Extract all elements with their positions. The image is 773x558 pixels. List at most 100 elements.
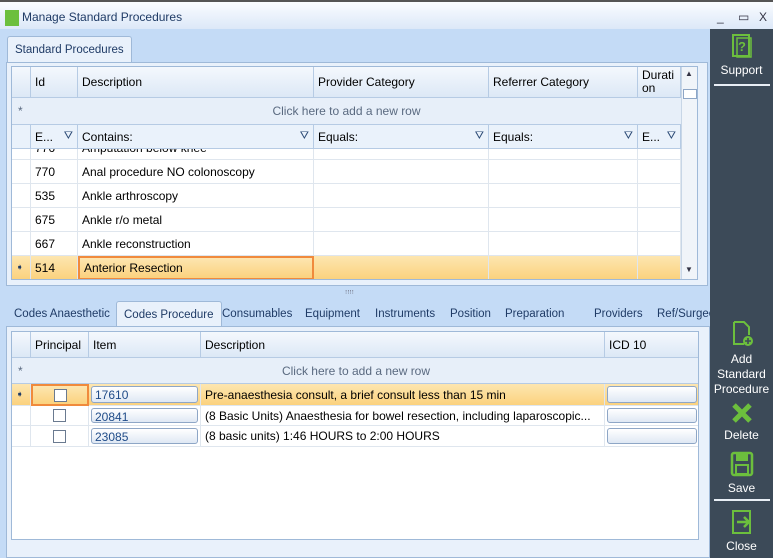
cell-description[interactable]: (8 basic units) 1:46 HOURS to 2:00 HOURS bbox=[201, 426, 605, 447]
filter-provider-category[interactable]: Equals: ⛛ bbox=[314, 125, 489, 149]
column-header-icd10[interactable]: ICD 10 bbox=[605, 332, 698, 358]
item-lookup-field[interactable]: 23085 bbox=[91, 428, 198, 444]
close-label: Close bbox=[726, 539, 757, 553]
cell-duration[interactable] bbox=[638, 160, 681, 184]
cell-id[interactable]: 770 bbox=[31, 160, 78, 184]
tab-codes-procedure[interactable]: Codes Procedure bbox=[116, 301, 222, 327]
cell-referrer-category[interactable] bbox=[489, 184, 638, 208]
principal-checkbox[interactable] bbox=[53, 409, 66, 422]
principal-checkbox[interactable] bbox=[53, 388, 67, 402]
principal-checkbox[interactable] bbox=[53, 429, 66, 443]
cell-provider-category[interactable] bbox=[314, 208, 489, 232]
cell-description[interactable]: Ankle reconstruction bbox=[78, 232, 314, 256]
column-header-principal[interactable]: Principal bbox=[31, 332, 89, 358]
maximize-button[interactable]: ▭ bbox=[738, 10, 749, 24]
cell-description[interactable]: Anal procedure NO colonoscopy bbox=[78, 160, 314, 184]
item-lookup-field[interactable]: 20841 bbox=[91, 408, 198, 424]
icd10-lookup-field[interactable] bbox=[607, 386, 697, 403]
cell-duration[interactable] bbox=[638, 232, 681, 256]
table-row[interactable]: 20841 (8 Basic Units) Anaesthesia for bo… bbox=[12, 406, 698, 426]
minimize-button[interactable]: _ bbox=[717, 10, 724, 24]
cell-description[interactable]: Ankle arthroscopy bbox=[78, 184, 314, 208]
cell-description[interactable]: (8 Basic Units) Anaesthesia for bowel re… bbox=[201, 406, 605, 426]
tab-ref-surgeon[interactable]: Ref/Surgeon bbox=[650, 301, 710, 327]
column-header-item[interactable]: Item bbox=[89, 332, 201, 358]
procedures-grid: Id Description Provider Category Referre… bbox=[11, 66, 698, 280]
cell-description[interactable]: Ankle r/o metal bbox=[78, 208, 314, 232]
cell-duration[interactable] bbox=[638, 256, 681, 279]
cell-referrer-category[interactable] bbox=[489, 256, 638, 279]
cell-icd10 bbox=[605, 384, 698, 406]
column-header-description[interactable]: Description bbox=[78, 67, 314, 98]
tab-codes-anaesthetic[interactable]: Codes Anaesthetic bbox=[7, 301, 117, 327]
support-button[interactable]: ? Support bbox=[710, 33, 773, 78]
column-header-description[interactable]: Description bbox=[201, 332, 605, 358]
add-label: Add Standard Procedure bbox=[713, 352, 770, 396]
scroll-thumb[interactable] bbox=[683, 89, 697, 99]
column-header-provider-category[interactable]: Provider Category bbox=[314, 67, 489, 98]
cell-referrer-category[interactable] bbox=[489, 208, 638, 232]
cell-provider-category[interactable] bbox=[314, 160, 489, 184]
table-row[interactable]: 667 Ankle reconstruction bbox=[12, 232, 681, 256]
cell-provider-category[interactable] bbox=[314, 184, 489, 208]
cell-provider-category[interactable] bbox=[314, 256, 489, 279]
delete-button[interactable]: Delete bbox=[710, 402, 773, 443]
svg-text:?: ? bbox=[738, 39, 746, 54]
filter-icon: ⛛ bbox=[474, 130, 484, 142]
cell-id[interactable]: 514 bbox=[31, 256, 78, 279]
filter-id[interactable]: E... ⛛ bbox=[31, 125, 78, 149]
add-new-row[interactable]: * Click here to add a new row bbox=[12, 98, 681, 125]
close-window-button[interactable]: X bbox=[759, 10, 767, 24]
table-row[interactable]: 535 Ankle arthroscopy bbox=[12, 184, 681, 208]
table-row[interactable]: 675 Ankle r/o metal bbox=[12, 208, 681, 232]
tab-consumables[interactable]: Consumables bbox=[215, 301, 299, 327]
title-bar: Manage Standard Procedures _ ▭ X bbox=[0, 0, 773, 29]
table-row[interactable]: 776 Amputation below knee bbox=[12, 149, 681, 160]
cell-id[interactable]: 675 bbox=[31, 208, 78, 232]
save-button[interactable]: Save bbox=[710, 451, 773, 496]
cell-duration[interactable] bbox=[638, 184, 681, 208]
column-header-duration[interactable]: Durati on bbox=[638, 67, 681, 98]
cell-referrer-category[interactable] bbox=[489, 232, 638, 256]
tab-equipment[interactable]: Equipment bbox=[298, 301, 367, 327]
filter-description[interactable]: Contains: ⛛ bbox=[78, 125, 314, 149]
cell-duration[interactable] bbox=[638, 208, 681, 232]
column-header-referrer-category[interactable]: Referrer Category bbox=[489, 67, 638, 98]
table-row[interactable]: ➧ 17610 Pre-anaesthesia consult, a brief… bbox=[12, 384, 698, 406]
cell-item: 23085 bbox=[89, 426, 201, 447]
filter-icon: ⛛ bbox=[63, 130, 73, 142]
icd10-lookup-field[interactable] bbox=[607, 408, 697, 423]
table-row[interactable]: ➧ 514 Anterior Resection bbox=[12, 256, 681, 279]
cell-provider-category[interactable] bbox=[314, 232, 489, 256]
tab-instruments[interactable]: Instruments bbox=[368, 301, 442, 327]
current-row-arrow-icon: ➧ bbox=[16, 389, 24, 399]
tab-preparation[interactable]: Preparation bbox=[498, 301, 571, 327]
cell-principal bbox=[31, 384, 89, 406]
filter-referrer-category[interactable]: Equals: ⛛ bbox=[489, 125, 638, 149]
add-standard-procedure-button[interactable]: Add Standard Procedure bbox=[710, 320, 773, 397]
row-indicator bbox=[12, 232, 31, 256]
row-indicator bbox=[12, 184, 31, 208]
vertical-scrollbar[interactable]: ▲ ▼ bbox=[681, 67, 697, 279]
cell-description[interactable]: Pre-anaesthesia consult, a brief consult… bbox=[201, 384, 605, 406]
column-header-id[interactable]: Id bbox=[31, 67, 78, 98]
table-row[interactable]: 23085 (8 basic units) 1:46 HOURS to 2:00… bbox=[12, 426, 698, 447]
window-title: Manage Standard Procedures bbox=[22, 10, 183, 24]
icd10-lookup-field[interactable] bbox=[607, 428, 697, 444]
scroll-up-icon: ▲ bbox=[685, 69, 693, 78]
tab-providers[interactable]: Providers bbox=[587, 301, 650, 327]
item-lookup-field[interactable]: 17610 bbox=[91, 386, 198, 403]
add-new-code-row[interactable]: * Click here to add a new row bbox=[12, 358, 698, 384]
cell-referrer-category[interactable] bbox=[489, 160, 638, 184]
cell-id[interactable]: 667 bbox=[31, 232, 78, 256]
table-row[interactable]: 770 Anal procedure NO colonoscopy bbox=[12, 160, 681, 184]
tab-position[interactable]: Position bbox=[443, 301, 498, 327]
row-indicator bbox=[12, 208, 31, 232]
cell-description[interactable]: Anterior Resection bbox=[78, 256, 314, 279]
close-button[interactable]: Close bbox=[710, 509, 773, 554]
cell-id[interactable]: 535 bbox=[31, 184, 78, 208]
current-row-arrow-icon: ➧ bbox=[16, 262, 24, 272]
filter-duration[interactable]: E... ⛛ bbox=[638, 125, 681, 149]
tab-standard-procedures[interactable]: Standard Procedures bbox=[7, 36, 132, 62]
scroll-down-icon: ▼ bbox=[685, 265, 693, 274]
